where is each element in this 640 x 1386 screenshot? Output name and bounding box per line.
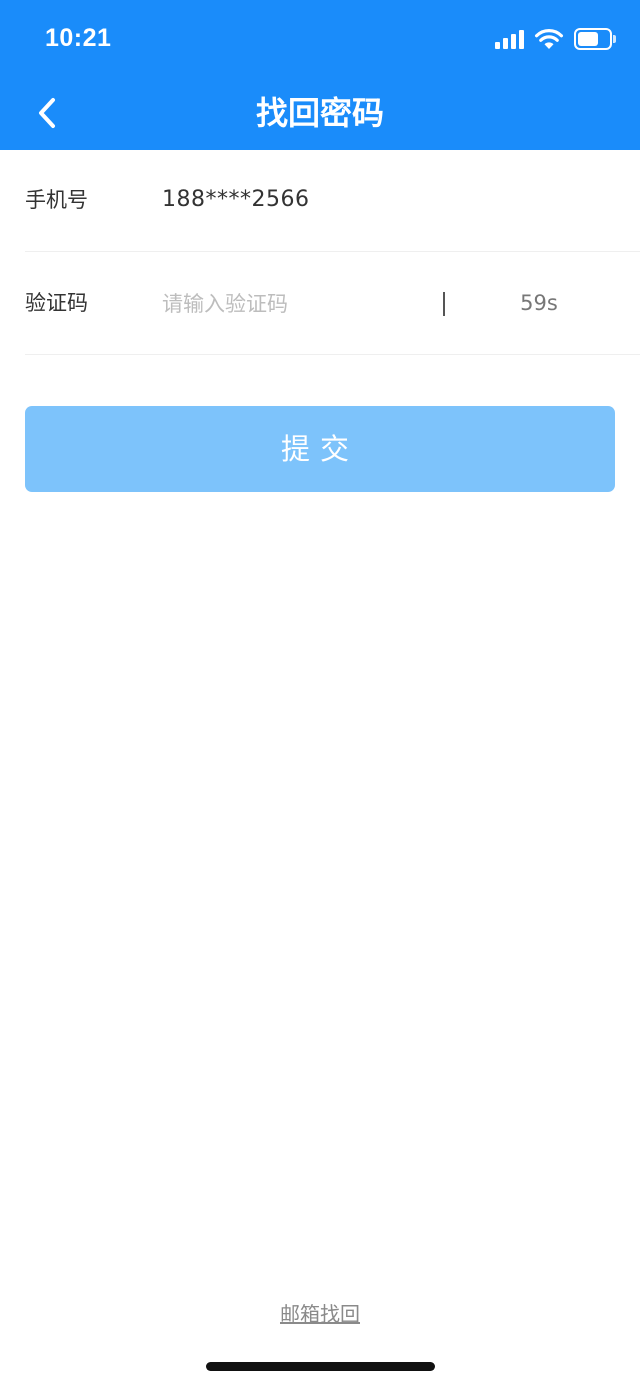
phone-label: 手机号: [25, 188, 88, 212]
wifi-icon: [535, 29, 563, 49]
phone-value: 188****2566: [162, 187, 310, 212]
status-icons: [495, 26, 616, 52]
find-password-page: 10:21 找回密码 手机号 188****2566 验证码 请输入验证码 59…: [0, 0, 640, 1386]
app-header: 10:21 找回密码: [0, 0, 640, 150]
verification-code-input[interactable]: [162, 283, 432, 325]
verification-code-row: 验证码 59s: [25, 253, 640, 355]
status-time: 10:21: [45, 24, 112, 52]
email-recovery-link[interactable]: 邮箱找回: [0, 1296, 640, 1332]
resend-countdown[interactable]: 59s: [495, 253, 583, 353]
signal-icon: [495, 29, 524, 49]
home-indicator: [206, 1362, 435, 1371]
battery-icon: [574, 28, 616, 50]
submit-button[interactable]: 提交: [25, 406, 615, 492]
verification-code-label: 验证码: [25, 291, 88, 315]
phone-row: 手机号 188****2566: [25, 150, 640, 252]
page-title: 找回密码: [255, 94, 384, 132]
input-divider: [443, 292, 445, 316]
